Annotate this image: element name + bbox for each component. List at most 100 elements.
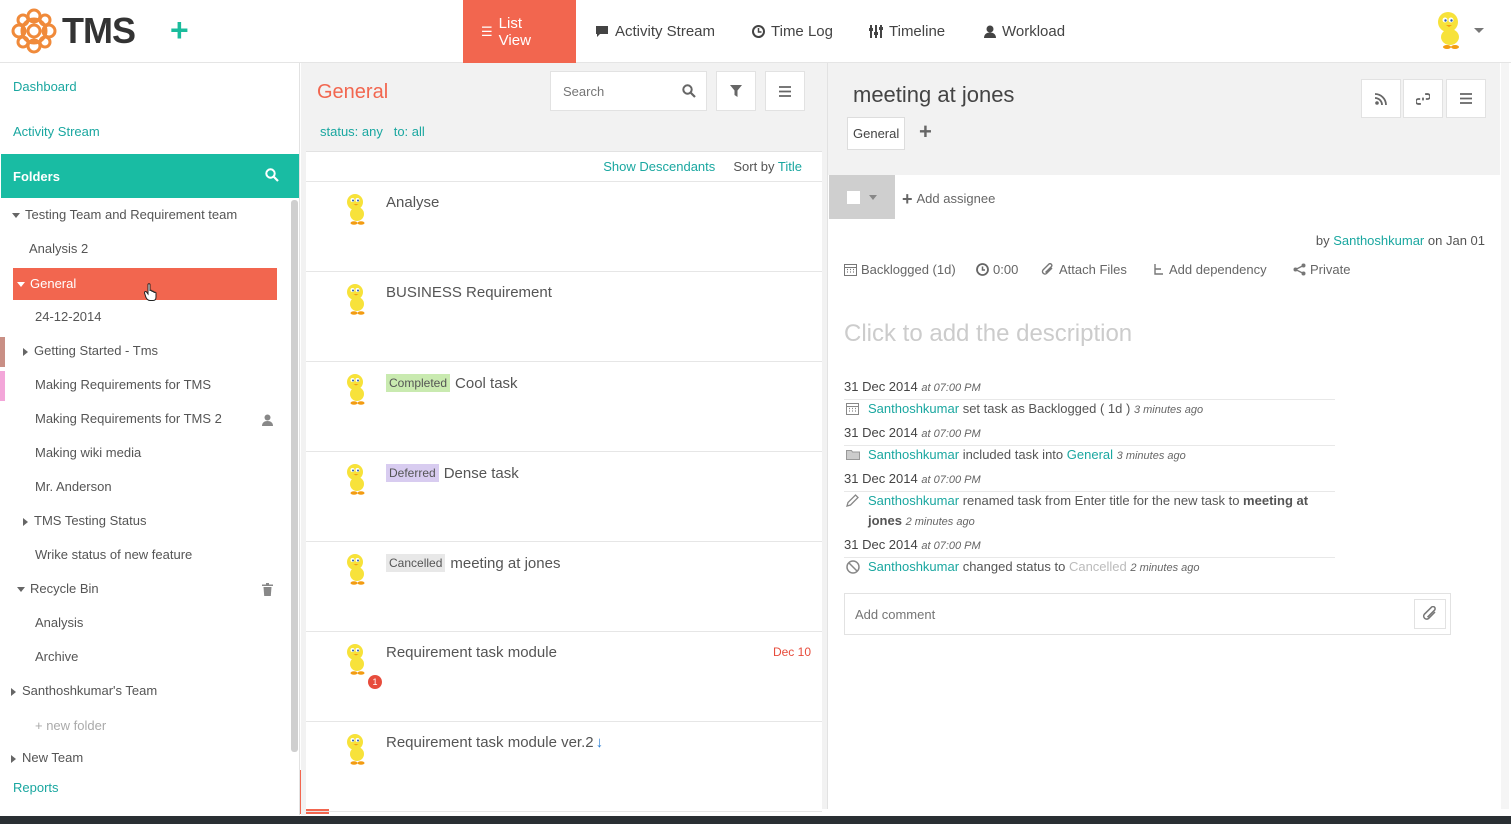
- add-folder-plus-icon[interactable]: +: [919, 119, 932, 145]
- show-descendants-link[interactable]: Show Descendants: [603, 159, 715, 174]
- task-title[interactable]: Deferred Dense task: [386, 464, 519, 482]
- sidebar-scrollbar[interactable]: [291, 200, 298, 752]
- add-assignee-button[interactable]: + Add assignee: [902, 189, 995, 210]
- search-icon[interactable]: [682, 84, 696, 98]
- link-button[interactable]: [1403, 79, 1443, 118]
- tms-logo[interactable]: TMS: [10, 7, 136, 55]
- tree-item-analysis-2[interactable]: Analysis 2: [29, 239, 88, 259]
- tree-label: New Team: [22, 750, 84, 765]
- activity-text: included task into: [962, 447, 1064, 462]
- user-icon: [262, 414, 273, 426]
- caret-down-icon[interactable]: [12, 213, 20, 219]
- tree-item-recycle-bin[interactable]: Recycle Bin: [17, 579, 99, 599]
- tree-item-wiki-media[interactable]: Making wiki media: [35, 443, 141, 463]
- task-title-text: Requirement task module: [386, 644, 557, 661]
- detail-header: meeting at jones General +: [828, 63, 1500, 175]
- task-title[interactable]: meeting at jones: [853, 82, 1014, 108]
- list-menu-button[interactable]: [765, 71, 805, 111]
- task-row[interactable]: Cancelled meeting at jones: [306, 542, 822, 632]
- caret-down-icon[interactable]: [17, 282, 25, 288]
- description-placeholder[interactable]: Click to add the description: [844, 320, 1132, 348]
- tree-item-analysis[interactable]: Analysis: [35, 613, 83, 633]
- tree-label: Making wiki media: [35, 445, 142, 460]
- caret-right-icon[interactable]: [23, 347, 28, 356]
- task-row[interactable]: Deferred Dense task: [306, 452, 822, 542]
- sliders-icon: [869, 25, 883, 38]
- activity-date: 31 Dec 2014 at 07:00 PM: [844, 471, 981, 486]
- add-dependency-button[interactable]: Add dependency: [1153, 262, 1267, 277]
- task-title[interactable]: Completed Cool task: [386, 374, 518, 392]
- task-title[interactable]: BUSINESS Requirement: [386, 284, 552, 301]
- tree-item-archive[interactable]: Archive: [35, 647, 78, 667]
- user-avatar[interactable]: [1432, 10, 1468, 53]
- tree-item-new-team[interactable]: New Team: [11, 748, 83, 768]
- filter-assignee[interactable]: to: all: [394, 124, 425, 139]
- tree-item-tms-testing-status[interactable]: TMS Testing Status: [23, 511, 146, 531]
- task-row[interactable]: Completed Cool task: [306, 362, 822, 452]
- search-input[interactable]: [551, 72, 671, 110]
- tree-label: Wrike status of new feature: [35, 547, 193, 562]
- filter-summary[interactable]: status: any to: all: [320, 124, 425, 139]
- tab-time-log[interactable]: Time Log: [734, 0, 851, 63]
- tree-item-mr-anderson[interactable]: Mr. Anderson: [35, 477, 112, 497]
- activity-entry: Santhoshkumar set task as Backlogged ( 1…: [868, 399, 1338, 420]
- time-tracker[interactable]: 0:00: [976, 262, 1018, 277]
- tree-item-24-12-2014[interactable]: 24-12-2014: [35, 307, 102, 327]
- privacy-button[interactable]: Private: [1293, 262, 1350, 277]
- task-row[interactable]: BUSINESS Requirement: [306, 272, 822, 362]
- add-plus-icon[interactable]: +: [170, 14, 189, 46]
- status-backlogged[interactable]: Backlogged (1d): [844, 262, 956, 277]
- tree-item-making-req[interactable]: Making Requirements for TMS: [35, 375, 211, 395]
- caret-right-icon[interactable]: [11, 687, 16, 696]
- attach-files-button[interactable]: Attach Files: [1041, 262, 1127, 277]
- page-scrollbar[interactable]: [1501, 63, 1509, 809]
- sort-field-link[interactable]: Title: [778, 159, 802, 174]
- task-title[interactable]: Cancelled meeting at jones: [386, 554, 560, 572]
- activity-user-link[interactable]: Santhoshkumar: [868, 401, 959, 416]
- assignee-avatar: [342, 282, 370, 319]
- tree-item-general-selected[interactable]: General: [13, 268, 277, 301]
- activity-user-link[interactable]: Santhoshkumar: [868, 447, 959, 462]
- sidebar-item-dashboard[interactable]: Dashboard: [13, 79, 77, 94]
- task-row[interactable]: 1 Requirement task module Dec 10: [306, 632, 822, 722]
- attach-comment-button[interactable]: [1414, 599, 1446, 629]
- activity-user-link[interactable]: Santhoshkumar: [868, 559, 959, 574]
- task-title[interactable]: Analyse: [386, 194, 439, 211]
- tab-workload[interactable]: Workload: [966, 0, 1083, 63]
- status-dropdown[interactable]: [829, 175, 895, 219]
- pencil-icon: [846, 494, 859, 507]
- tree-item-team1[interactable]: Testing Team and Requirement team: [12, 205, 237, 225]
- subscribe-button[interactable]: [1361, 79, 1401, 118]
- caret-right-icon[interactable]: [23, 517, 28, 526]
- author-link[interactable]: Santhoshkumar: [1333, 233, 1424, 248]
- tree-item-santhoshkumar-team[interactable]: Santhoshkumar's Team: [11, 681, 157, 701]
- tab-list-view[interactable]: ☰ List View: [463, 0, 576, 63]
- comment-input[interactable]: [845, 594, 1405, 634]
- trash-icon[interactable]: [262, 583, 273, 596]
- filter-status[interactable]: status: any: [320, 124, 383, 139]
- task-row[interactable]: Requirement task module ver.2 ↓: [306, 722, 822, 812]
- task-row[interactable]: Analyse: [306, 182, 822, 272]
- clock-icon: [752, 25, 765, 38]
- tree-item-getting-started[interactable]: Getting Started - Tms: [23, 341, 158, 361]
- activity-folder-link[interactable]: General: [1067, 447, 1113, 462]
- folder-tag[interactable]: General: [847, 117, 906, 150]
- new-folder-link[interactable]: + new folder: [35, 716, 106, 736]
- activity-user-link[interactable]: Santhoshkumar: [868, 493, 959, 508]
- search-icon[interactable]: [265, 168, 279, 182]
- sidebar-item-reports[interactable]: Reports: [13, 780, 59, 795]
- task-title[interactable]: Requirement task module: [386, 644, 557, 661]
- tab-activity-stream[interactable]: Activity Stream: [577, 0, 733, 63]
- task-title[interactable]: Requirement task module ver.2 ↓: [386, 734, 603, 751]
- tab-label: List View: [498, 14, 531, 49]
- sidebar-item-activity-stream[interactable]: Activity Stream: [13, 124, 100, 139]
- detail-menu-button[interactable]: [1446, 79, 1486, 118]
- caret-right-icon[interactable]: [11, 754, 16, 763]
- tree-item-wrike-status[interactable]: Wrike status of new feature: [35, 545, 192, 565]
- tab-timeline[interactable]: Timeline: [851, 0, 963, 63]
- status-checkbox[interactable]: [847, 191, 860, 204]
- tree-item-making-req-2[interactable]: Making Requirements for TMS 2: [35, 409, 222, 429]
- caret-down-icon[interactable]: [17, 587, 25, 593]
- filter-button[interactable]: [716, 71, 756, 111]
- chevron-down-icon[interactable]: [1474, 28, 1484, 33]
